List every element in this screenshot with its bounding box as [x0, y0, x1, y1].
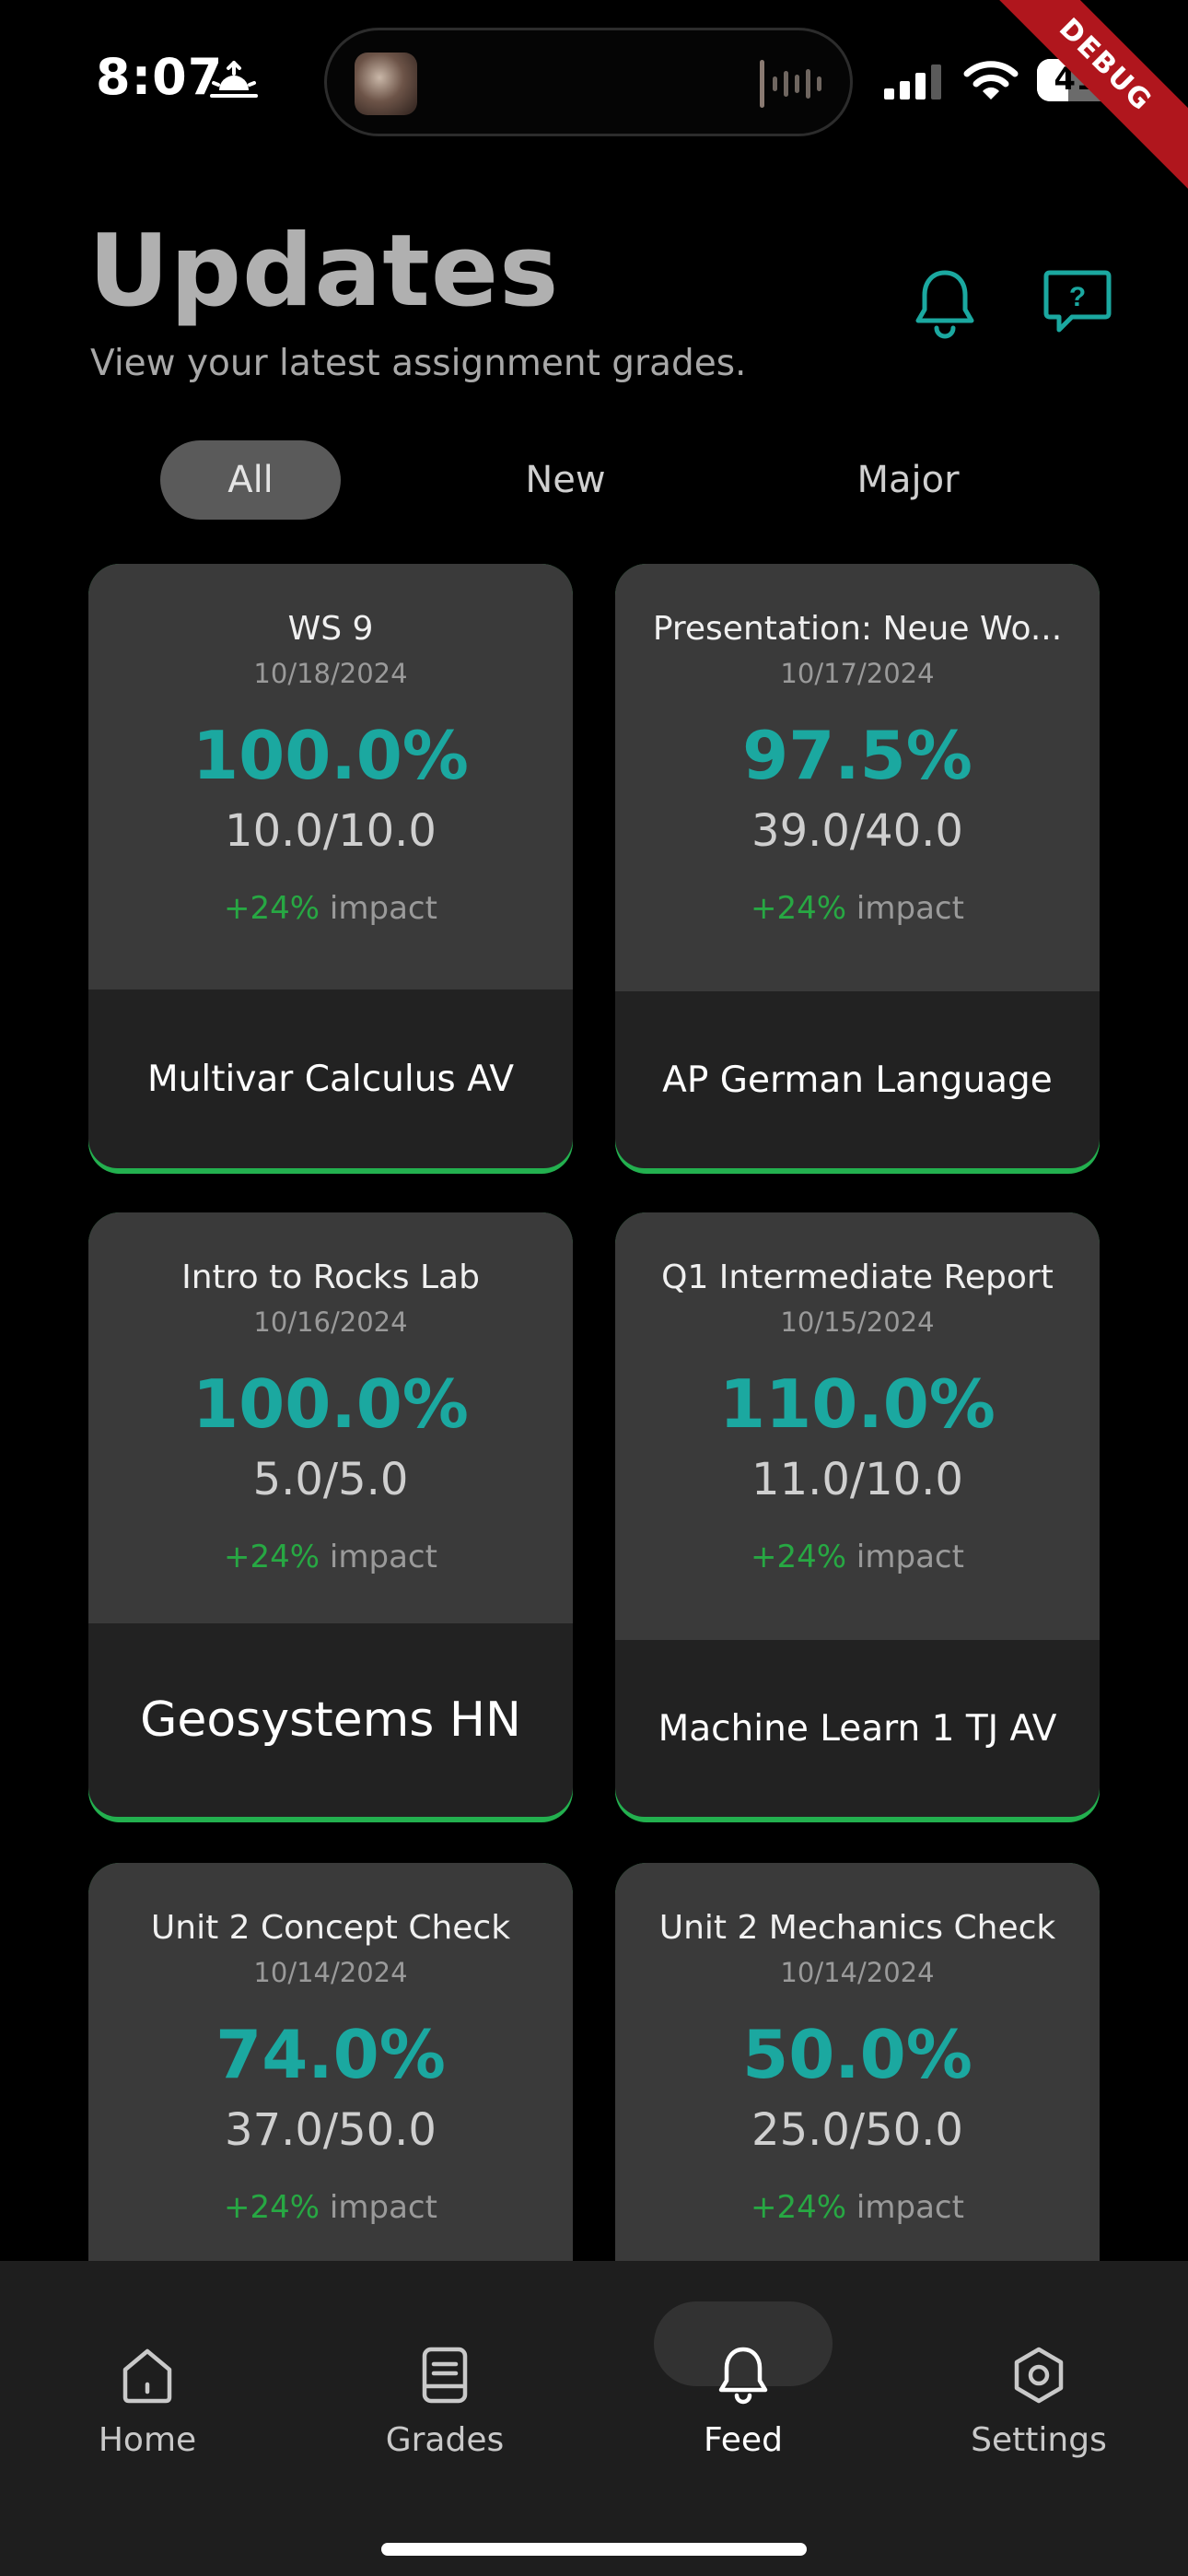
impact-word: impact — [856, 2189, 964, 2226]
grade-impact: +24% impact — [615, 1539, 1100, 1575]
impact-value: +24% — [224, 890, 320, 927]
nav-home[interactable]: Home — [55, 2316, 239, 2464]
grade-card[interactable]: Q1 Intermediate Report 10/15/2024 110.0%… — [615, 1212, 1100, 1822]
now-playing-artwork — [355, 53, 417, 115]
course-name: Multivar Calculus AV — [147, 1058, 514, 1100]
grade-score: 5.0/5.0 — [252, 1454, 409, 1505]
grade-score: 10.0/10.0 — [225, 805, 437, 857]
impact-word: impact — [329, 2189, 437, 2226]
card-summary: Intro to Rocks Lab 10/16/2024 100.0% 5.0… — [88, 1212, 573, 1623]
card-course-footer: Geosystems HN — [88, 1623, 573, 1817]
impact-value: +24% — [224, 1539, 320, 1575]
notifications-bell-icon[interactable] — [912, 267, 978, 341]
grade-percent: 100.0% — [192, 1365, 469, 1443]
card-summary: Q1 Intermediate Report 10/15/2024 110.0%… — [615, 1212, 1100, 1640]
grade-percent: 50.0% — [742, 2016, 973, 2093]
impact-value: +24% — [751, 890, 847, 927]
card-summary: Presentation: Neue Wo... 10/17/2024 97.5… — [615, 564, 1100, 991]
wifi-icon — [963, 61, 1019, 100]
course-name: Machine Learn 1 TJ AV — [658, 1707, 1057, 1750]
debug-banner: DEBUG — [948, 0, 1188, 223]
settings-gear-icon — [1014, 2347, 1064, 2404]
sunrise-icon — [210, 61, 258, 98]
impact-word: impact — [856, 890, 964, 927]
grades-book-icon — [422, 2347, 468, 2404]
assignment-title: Intro to Rocks Lab — [181, 1259, 480, 1296]
help-chat-icon[interactable]: ? — [1041, 267, 1114, 337]
assignment-date: 10/14/2024 — [780, 1957, 935, 1988]
impact-value: +24% — [224, 2189, 320, 2226]
grade-percent: 110.0% — [719, 1365, 996, 1443]
assignment-title: WS 9 — [287, 610, 374, 648]
svg-text:?: ? — [1069, 282, 1086, 312]
grade-score: 25.0/50.0 — [751, 2104, 963, 2156]
impact-word: impact — [329, 1539, 437, 1575]
cellular-signal-icon — [884, 64, 941, 100]
grade-percent: 74.0% — [215, 2016, 446, 2093]
impact-word: impact — [329, 890, 437, 927]
grade-score: 37.0/50.0 — [225, 2104, 437, 2156]
status-time: 8:07 — [96, 48, 224, 106]
nav-grades[interactable]: Grades — [353, 2316, 537, 2464]
nav-label-grades: Grades — [385, 2421, 505, 2459]
nav-label-feed: Feed — [704, 2421, 783, 2459]
assignment-date: 10/15/2024 — [780, 1306, 935, 1338]
card-course-footer: Multivar Calculus AV — [88, 989, 573, 1168]
nav-label-home: Home — [98, 2421, 197, 2459]
assignment-date: 10/16/2024 — [253, 1306, 408, 1338]
bell-icon — [718, 2347, 768, 2405]
grade-impact: +24% impact — [88, 2189, 573, 2226]
home-indicator[interactable] — [381, 2543, 807, 2556]
audio-waveform-icon — [760, 60, 821, 108]
filter-tab-new[interactable]: New — [473, 440, 658, 520]
grade-score: 11.0/10.0 — [751, 1454, 963, 1505]
nav-label-settings: Settings — [971, 2421, 1107, 2459]
page-title: Updates — [88, 214, 560, 329]
assignment-date: 10/14/2024 — [253, 1957, 408, 1988]
grade-card[interactable]: WS 9 10/18/2024 100.0% 10.0/10.0 +24% im… — [88, 564, 573, 1174]
filter-tab-major[interactable]: Major — [816, 440, 1000, 520]
impact-word: impact — [856, 1539, 964, 1575]
impact-value: +24% — [751, 1539, 847, 1575]
course-name: Geosystems HN — [140, 1692, 521, 1748]
impact-value: +24% — [751, 2189, 847, 2226]
grade-card[interactable]: Intro to Rocks Lab 10/16/2024 100.0% 5.0… — [88, 1212, 573, 1822]
card-course-footer: AP German Language — [615, 991, 1100, 1168]
course-name: AP German Language — [662, 1059, 1053, 1101]
grade-impact: +24% impact — [615, 890, 1100, 927]
grade-impact: +24% impact — [88, 890, 573, 927]
grade-percent: 97.5% — [742, 717, 973, 794]
nav-settings[interactable]: Settings — [947, 2316, 1131, 2464]
assignment-date: 10/17/2024 — [780, 658, 935, 689]
page-subtitle: View your latest assignment grades. — [90, 343, 747, 384]
home-icon — [122, 2348, 172, 2404]
nav-feed[interactable]: Feed — [651, 2316, 835, 2464]
grade-impact: +24% impact — [88, 1539, 573, 1575]
dynamic-island[interactable] — [324, 28, 853, 136]
card-summary: WS 9 10/18/2024 100.0% 10.0/10.0 +24% im… — [88, 564, 573, 989]
card-course-footer: Machine Learn 1 TJ AV — [615, 1640, 1100, 1817]
bottom-nav-bar: Home Grades Feed Settings — [0, 2261, 1188, 2576]
grade-percent: 100.0% — [192, 717, 469, 794]
filter-tab-all[interactable]: All — [160, 440, 341, 520]
assignment-date: 10/18/2024 — [253, 658, 408, 689]
screen: 8:07 41 DEBUG Updates View your latest a… — [0, 0, 1188, 2576]
assignment-title: Presentation: Neue Wo... — [652, 610, 1063, 648]
grade-card[interactable]: Presentation: Neue Wo... 10/17/2024 97.5… — [615, 564, 1100, 1174]
assignment-title: Q1 Intermediate Report — [661, 1259, 1054, 1296]
grade-impact: +24% impact — [615, 2189, 1100, 2226]
grade-score: 39.0/40.0 — [751, 805, 963, 857]
assignment-title: Unit 2 Mechanics Check — [658, 1909, 1056, 1947]
assignment-title: Unit 2 Concept Check — [150, 1909, 511, 1947]
